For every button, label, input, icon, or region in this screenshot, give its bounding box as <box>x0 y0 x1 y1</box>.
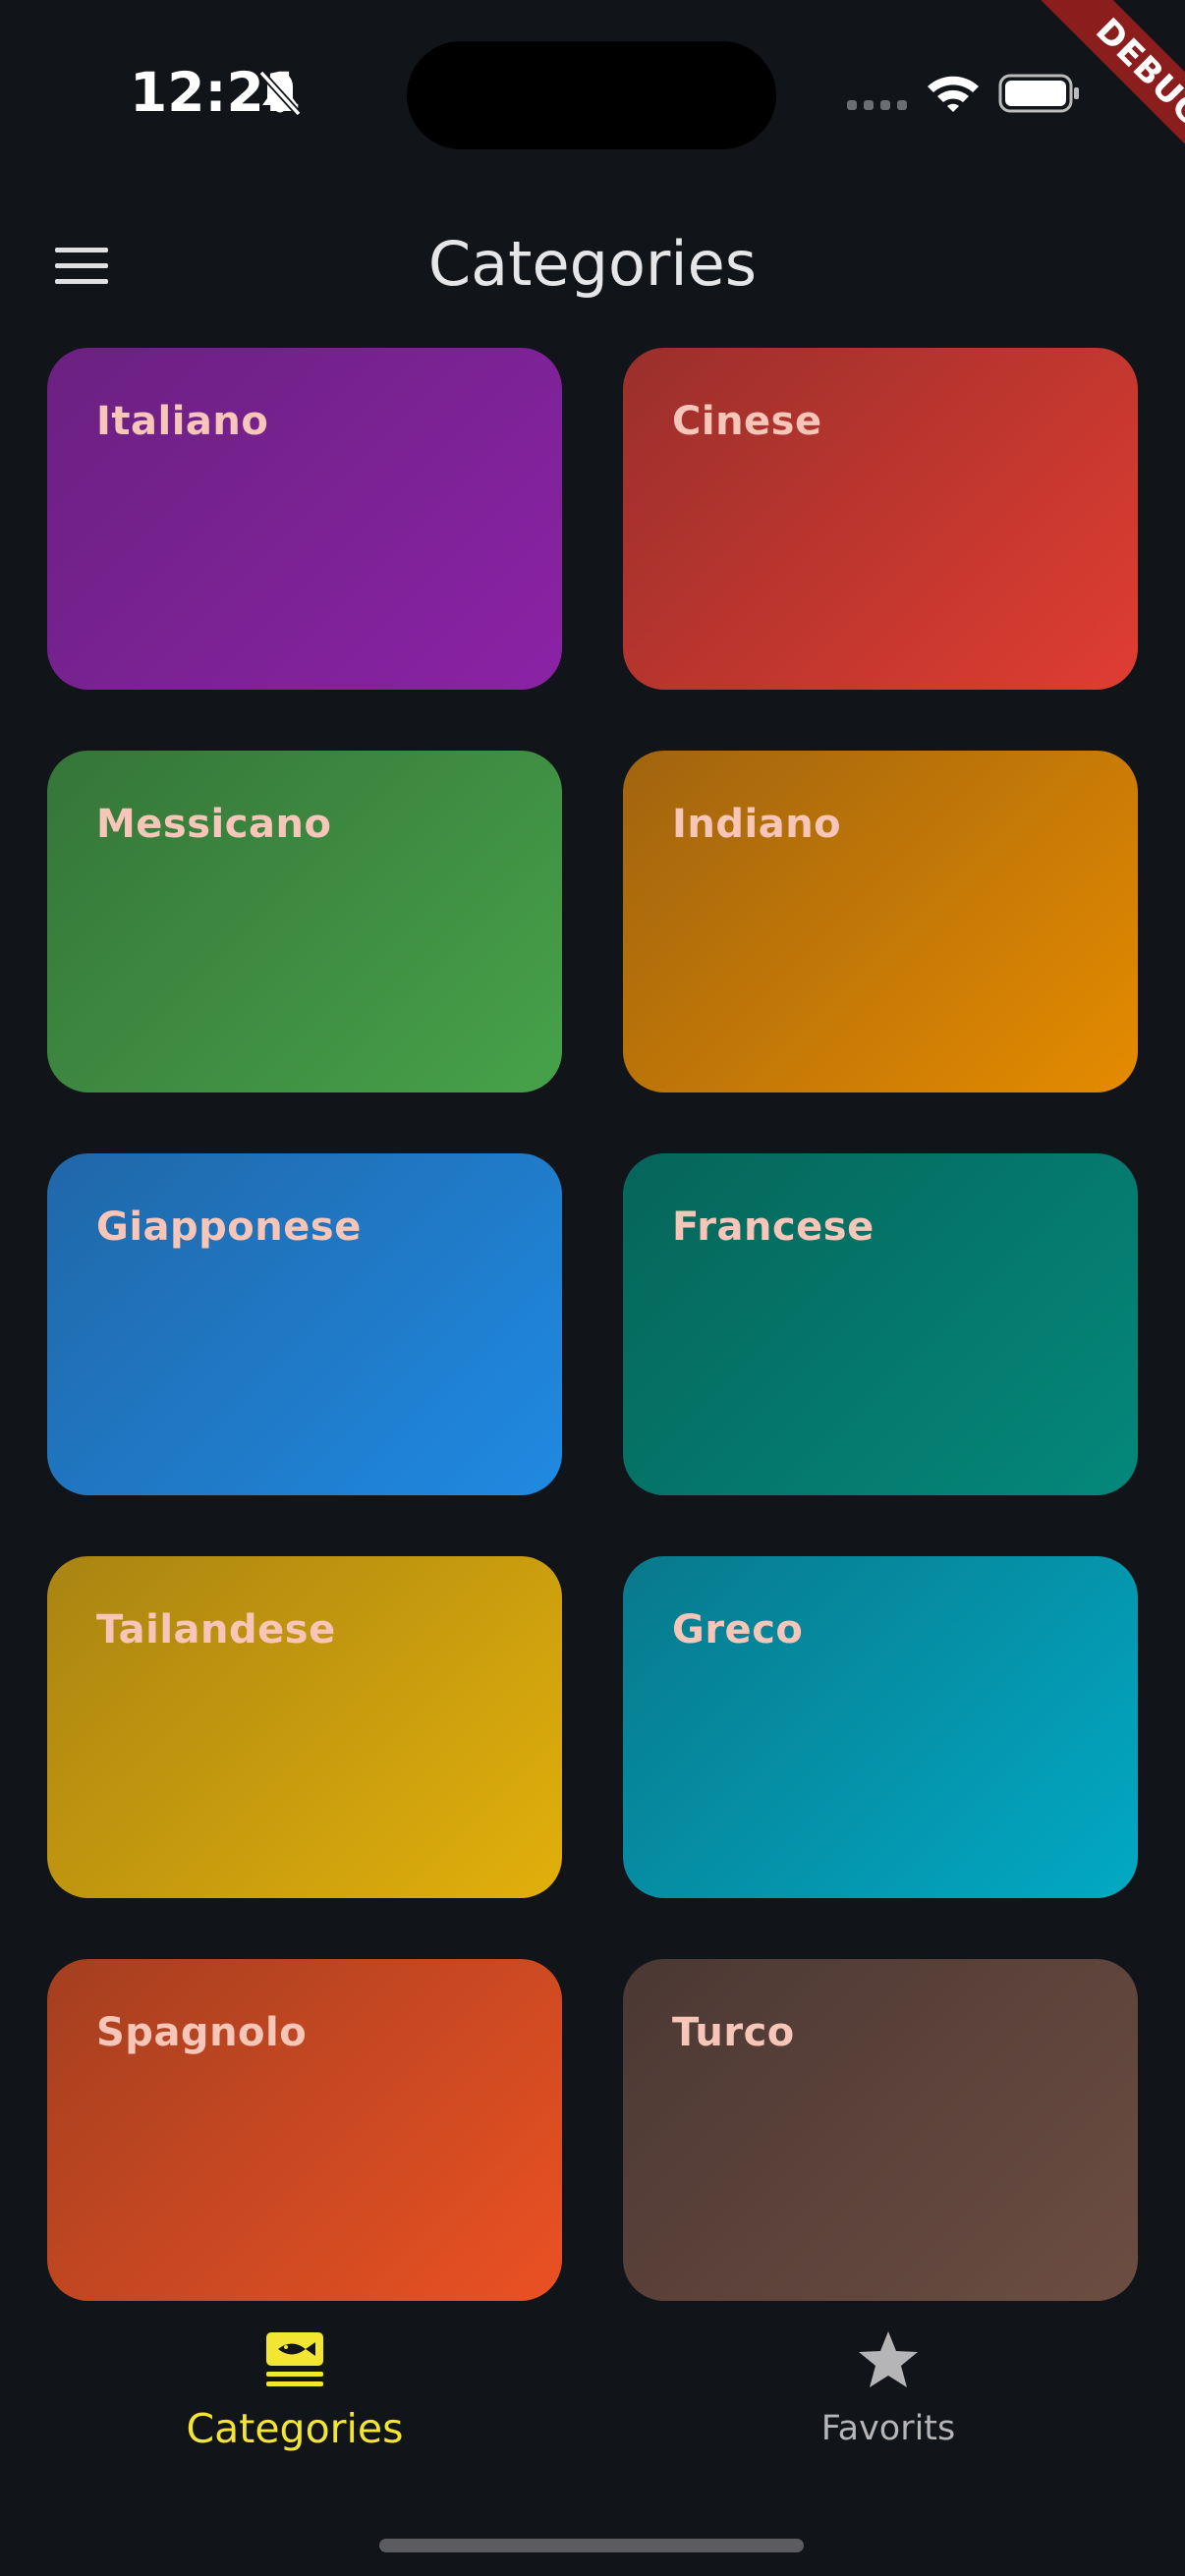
debug-banner-label: DEBUG <box>1027 0 1185 196</box>
category-label: Greco <box>672 1607 804 1652</box>
category-label: Italiano <box>96 399 269 444</box>
category-label: Indiano <box>672 802 842 847</box>
home-indicator <box>379 2539 804 2552</box>
category-label: Spagnolo <box>96 2010 308 2055</box>
category-card-greco[interactable]: Greco <box>623 1556 1138 1898</box>
category-label: Messicano <box>96 802 332 847</box>
category-label: Cinese <box>672 399 822 444</box>
category-card-tailandese[interactable]: Tailandese <box>47 1556 562 1898</box>
category-card-messicano[interactable]: Messicano <box>47 751 562 1092</box>
nav-item-categories[interactable]: Categories <box>98 2330 491 2478</box>
category-label: Tailandese <box>96 1607 336 1652</box>
category-card-italiano[interactable]: Italiano <box>47 348 562 690</box>
page-title: Categories <box>427 228 758 300</box>
category-grid: Italiano Cinese Messicano Indiano Giappo… <box>47 348 1138 2301</box>
fish-plate-icon <box>266 2332 323 2386</box>
category-label: Francese <box>672 1204 875 1250</box>
category-label: Turco <box>672 2010 795 2055</box>
wifi-icon <box>928 76 979 112</box>
debug-banner: DEBUG <box>988 0 1185 196</box>
signal-icon <box>847 100 907 110</box>
category-card-indiano[interactable]: Indiano <box>623 751 1138 1092</box>
category-label: Giapponese <box>96 1204 362 1250</box>
bottom-navigation: Categories Favorits <box>0 2311 1185 2576</box>
star-icon <box>859 2331 918 2387</box>
category-card-francese[interactable]: Francese <box>623 1153 1138 1495</box>
dynamic-island <box>407 41 776 149</box>
category-card-turco[interactable]: Turco <box>623 1959 1138 2301</box>
category-card-spagnolo[interactable]: Spagnolo <box>47 1959 562 2301</box>
nav-label-favorites: Favorits <box>820 2409 956 2448</box>
nav-label-categories: Categories <box>186 2405 404 2452</box>
nav-item-favorites[interactable]: Favorits <box>692 2330 1085 2478</box>
category-card-giapponese[interactable]: Giapponese <box>47 1153 562 1495</box>
bell-slash-icon <box>258 70 302 117</box>
category-card-cinese[interactable]: Cinese <box>623 348 1138 690</box>
